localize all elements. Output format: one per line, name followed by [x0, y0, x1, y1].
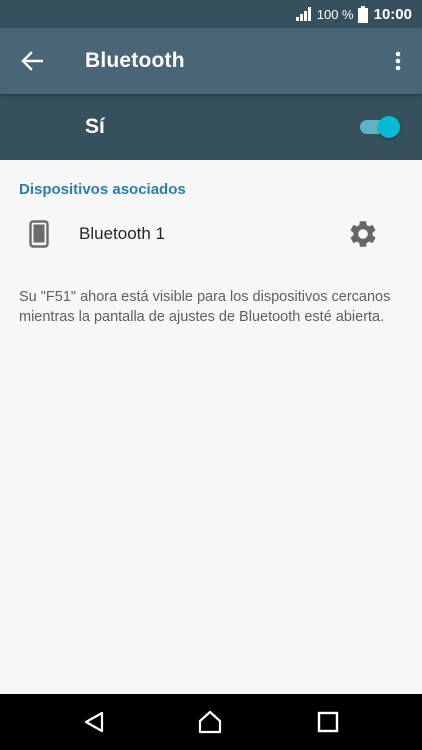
nav-home-button[interactable]	[196, 708, 224, 736]
toggle-thumb	[378, 116, 400, 138]
bluetooth-master-switch-bar[interactable]: Sí	[0, 94, 422, 160]
system-nav-bar	[0, 694, 422, 750]
switch-label: Sí	[85, 115, 105, 138]
paired-device-row[interactable]: Bluetooth 1	[0, 205, 422, 263]
home-icon	[198, 710, 222, 734]
device-settings-button[interactable]	[346, 217, 380, 251]
bluetooth-toggle[interactable]	[360, 116, 400, 138]
nav-back-button[interactable]	[80, 708, 108, 736]
clock: 10:00	[373, 5, 412, 23]
app-bar: Bluetooth	[0, 28, 422, 94]
more-vert-icon	[395, 51, 401, 71]
battery-icon	[357, 5, 368, 23]
phone-icon	[29, 220, 49, 248]
nav-recents-button[interactable]	[314, 708, 342, 736]
gear-icon	[350, 221, 376, 247]
signal-icon	[295, 6, 313, 22]
battery-percent: 100 %	[316, 6, 354, 22]
bluetooth-settings-screen: 100 % 10:00 Bluetooth Sí Dispositivos as…	[0, 0, 422, 750]
square-recents-icon	[317, 711, 339, 733]
back-button[interactable]	[16, 45, 48, 77]
more-options-button[interactable]	[386, 45, 410, 77]
paired-devices-header: Dispositivos asociados	[19, 181, 186, 198]
visibility-message: Su "F51" ahora está visible para los dis…	[19, 289, 391, 325]
page-title: Bluetooth	[85, 49, 185, 72]
status-bar: 100 % 10:00	[0, 0, 422, 28]
triangle-back-icon	[84, 711, 104, 733]
arrow-back-icon	[21, 51, 43, 71]
device-name: Bluetooth 1	[79, 224, 166, 243]
